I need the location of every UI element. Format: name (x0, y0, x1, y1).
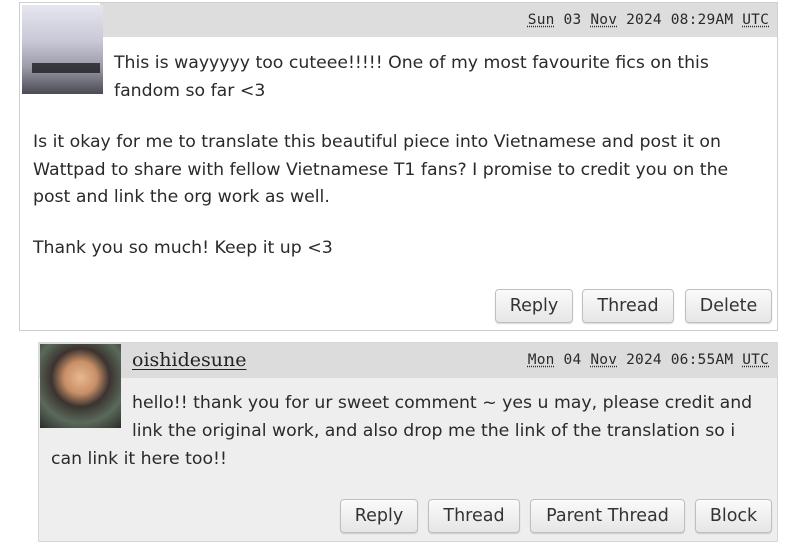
comment-header: oishidesune Mon 04 Nov 2024 06:55AM UTC (39, 343, 777, 378)
time: 08:29AM (670, 12, 734, 28)
year: 2024 (626, 352, 662, 368)
avatar[interactable] (40, 344, 121, 428)
day: 03 (563, 12, 582, 28)
weekday: Sun (527, 12, 555, 28)
year: 2024 (626, 12, 662, 28)
parent-thread-button[interactable]: Parent Thread (530, 499, 685, 533)
timezone: UTC (742, 352, 769, 368)
comment-text: Is it okay for me to translate this beau… (33, 132, 729, 207)
comment: oishidesune Mon 04 Nov 2024 06:55AM UTC … (38, 342, 778, 542)
timezone: UTC (742, 12, 769, 28)
month: Nov (590, 12, 618, 28)
comment-datetime: Mon 04 Nov 2024 06:55AM UTC (528, 352, 769, 368)
thread-button[interactable]: Thread (582, 289, 674, 323)
comment-text: can link it here too!! (51, 449, 227, 469)
block-button[interactable]: Block (695, 499, 772, 533)
comment-text: Thank you so much! Keep it up <3 (33, 238, 333, 258)
thread-button[interactable]: Thread (428, 499, 520, 533)
comment: Sun 03 Nov 2024 08:29AM UTC This is wayy… (19, 2, 778, 331)
username-link[interactable]: oishidesune (132, 349, 246, 371)
day: 04 (563, 352, 582, 368)
reply-button[interactable]: Reply (340, 499, 418, 533)
comment-text: This is wayyyyy too cuteee!!!!! One of m… (114, 53, 709, 101)
avatar[interactable] (22, 5, 103, 94)
comment-header: Sun 03 Nov 2024 08:29AM UTC (100, 3, 777, 37)
weekday: Mon (527, 352, 555, 368)
comment-text: hello!! thank you for ur sweet comment ~… (132, 393, 753, 441)
comment-datetime: Sun 03 Nov 2024 08:29AM UTC (528, 12, 769, 28)
month: Nov (590, 352, 618, 368)
time: 06:55AM (670, 352, 734, 368)
delete-button[interactable]: Delete (685, 289, 772, 323)
reply-button[interactable]: Reply (495, 289, 573, 323)
